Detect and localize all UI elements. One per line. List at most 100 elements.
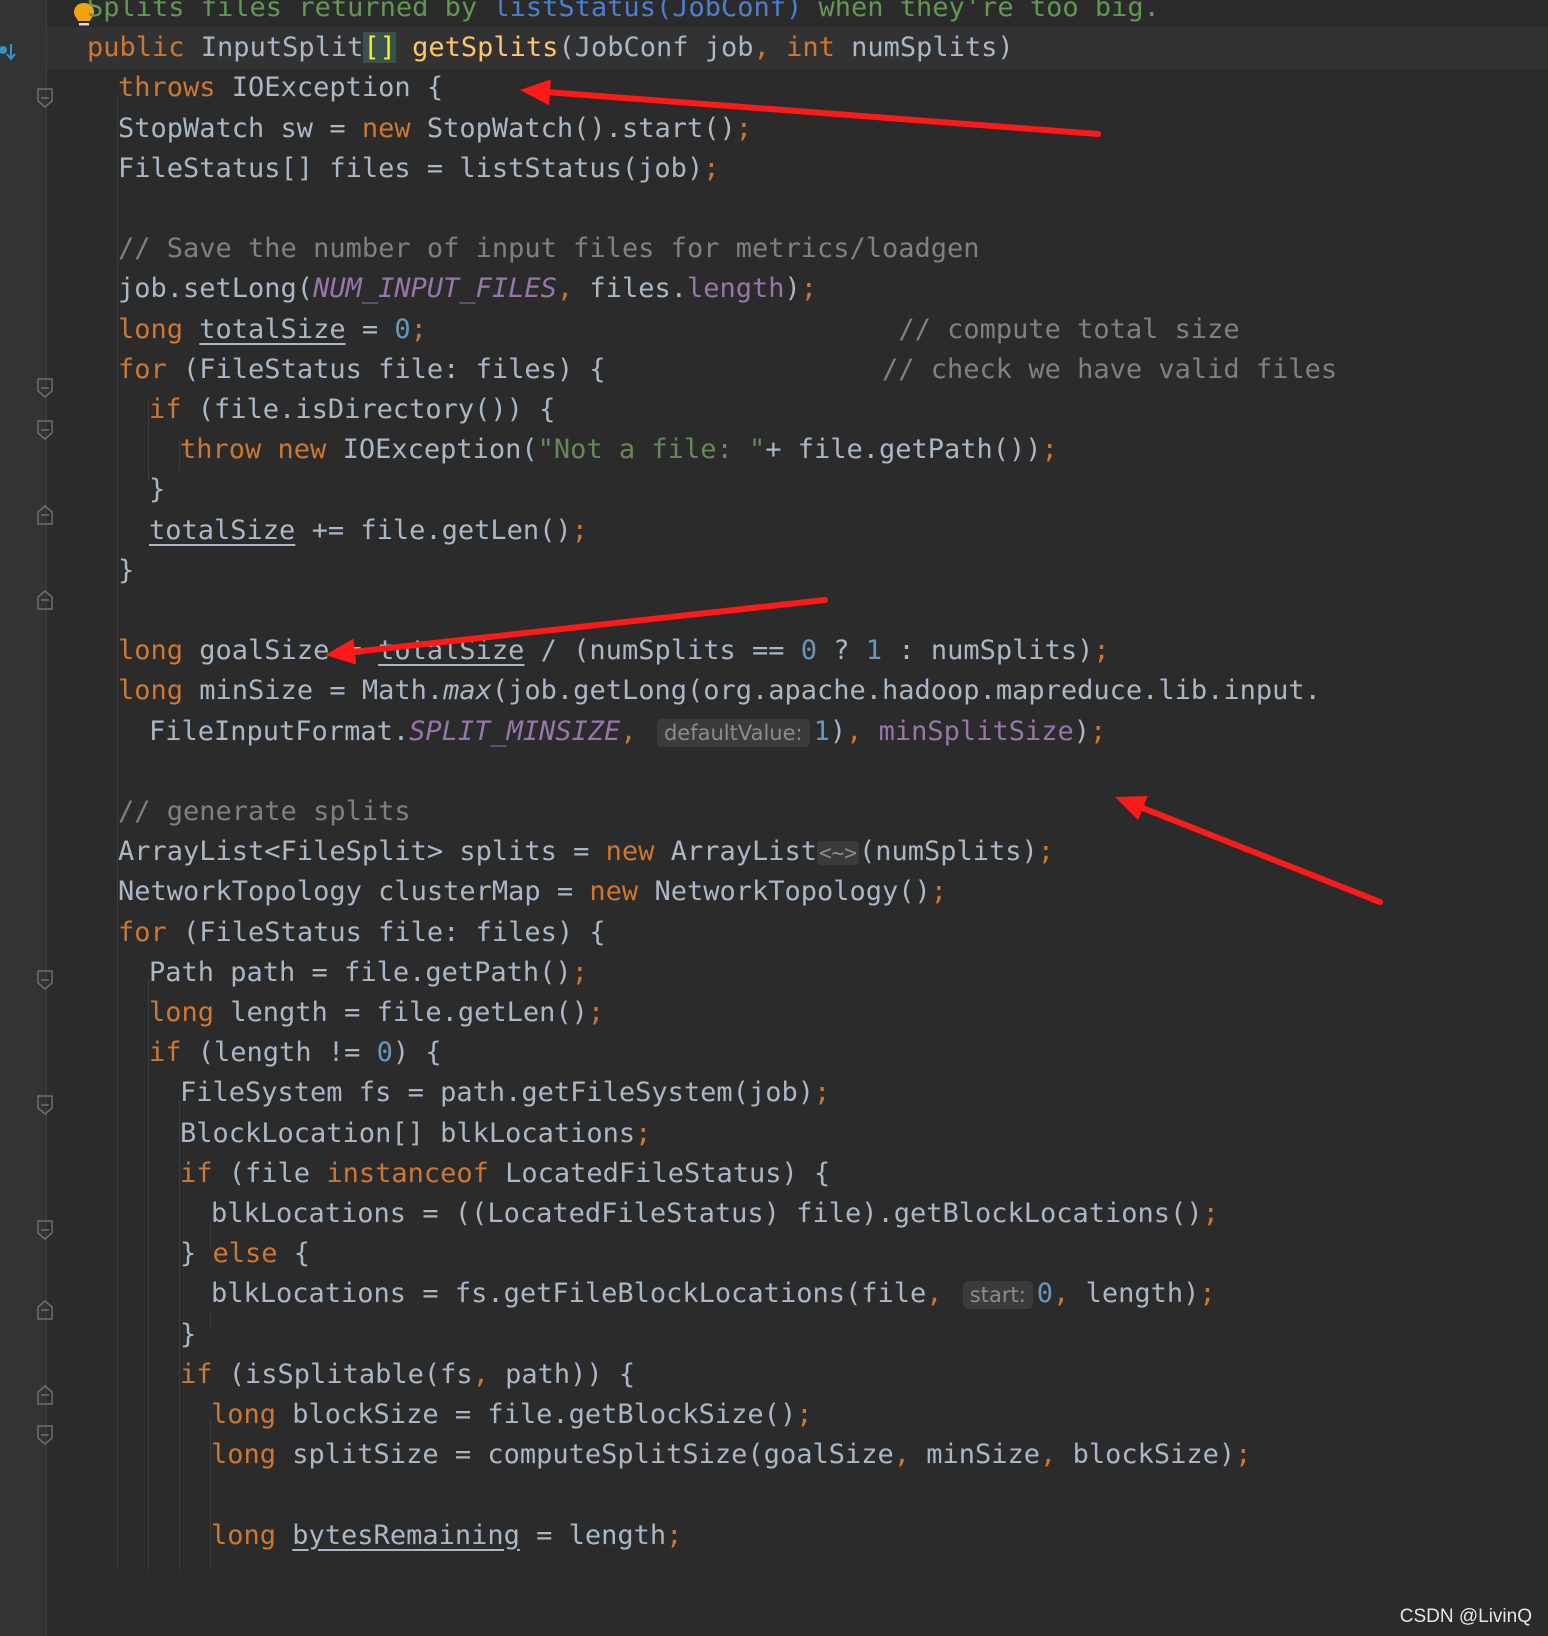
code-token: ArrayList <box>670 836 818 868</box>
code-line[interactable] <box>47 751 87 793</box>
editor-gutter[interactable] <box>0 0 53 1636</box>
code-token: , <box>620 715 637 747</box>
code-line[interactable]: public InputSplit[] getSplits(JobConf jo… <box>47 27 1548 70</box>
code-line[interactable]: // Save the number of input files for me… <box>47 228 980 270</box>
code-line[interactable]: long goalSize = totalSize / (numSplits =… <box>47 630 1110 672</box>
code-token: ; <box>571 514 588 546</box>
code-token: else <box>212 1238 294 1270</box>
code-token: , <box>1053 1278 1070 1310</box>
code-token: ; <box>703 152 720 184</box>
code-line[interactable]: totalSize += file.getLen(); <box>47 510 588 552</box>
code-line[interactable]: throw new IOException("Not a file: "+ fi… <box>47 429 1058 471</box>
code-token: : numSplits) <box>882 635 1094 667</box>
code-token: 0 <box>1036 1278 1054 1310</box>
code-line[interactable]: ArrayList<FileSplit> splits = new ArrayL… <box>47 831 1054 873</box>
code-line[interactable]: long length = file.getLen(); <box>47 992 604 1034</box>
code-line[interactable]: blkLocations = ((LocatedFileStatus) file… <box>47 1193 1219 1235</box>
code-token: long <box>149 997 231 1028</box>
code-line[interactable]: if (file.isDirectory()) { <box>47 389 555 431</box>
code-line[interactable]: job.setLong(NUM_INPUT_FILES, files.lengt… <box>47 268 817 310</box>
code-line[interactable]: long totalSize = 0; // compute total siz… <box>47 309 1240 351</box>
code-token: blockSize = file.getBlockSize() <box>292 1399 797 1430</box>
code-token: ) { <box>392 1037 442 1069</box>
indent-guide <box>179 1100 180 1570</box>
code-line[interactable]: blkLocations = fs.getFileBlockLocations(… <box>47 1273 1216 1315</box>
code-line[interactable]: BlockLocation[] blkLocations; <box>47 1113 651 1155</box>
code-token: blockSize) <box>1056 1439 1236 1471</box>
code-token: 0 <box>800 635 818 667</box>
code-line[interactable]: if (length != 0) { <box>47 1032 442 1074</box>
code-token: ? <box>817 635 866 667</box>
code-line[interactable]: for (FileStatus file: files) { <box>47 912 606 954</box>
code-token: length <box>686 273 785 305</box>
code-token: InputSplit <box>200 32 364 64</box>
code-line[interactable]: Splits files returned by listStatus(JobC… <box>47 0 1160 29</box>
code-token: , <box>472 1358 489 1390</box>
code-line[interactable]: Path path = file.getPath(); <box>47 952 588 994</box>
code-line[interactable]: } <box>47 550 134 592</box>
code-token: listStatus(JobConf) <box>493 0 803 23</box>
code-line[interactable]: NetworkTopology clusterMap = new Network… <box>47 871 947 913</box>
indent-guide <box>148 980 149 1570</box>
code-line[interactable]: if (file instanceof LocatedFileStatus) { <box>47 1153 830 1195</box>
code-token: totalSize <box>199 313 346 345</box>
code-token: BlockLocation[] blkLocations <box>180 1117 636 1149</box>
code-token: { <box>293 1238 311 1270</box>
code-token: / (numSplits == <box>524 635 801 667</box>
code-token: 0 <box>376 1037 393 1069</box>
code-token: public <box>87 32 201 64</box>
code-token: (length != <box>197 1037 377 1069</box>
code-token: ; <box>410 313 427 345</box>
code-token: long <box>211 1519 293 1551</box>
code-line[interactable] <box>47 188 87 230</box>
code-token: for <box>118 353 184 385</box>
code-token: throw new <box>180 434 343 466</box>
code-token: , <box>753 32 770 64</box>
code-token: (file.isDirectory()) { <box>197 394 556 425</box>
code-line[interactable] <box>47 1474 87 1516</box>
code-token: , <box>846 715 863 747</box>
code-token: ; <box>1235 1439 1252 1471</box>
code-token: new <box>361 112 427 144</box>
code-area[interactable]: Splits files returned by listStatus(JobC… <box>47 0 1548 1636</box>
code-line[interactable]: if (isSplitable(fs, path)) { <box>47 1354 635 1396</box>
code-editor[interactable]: Splits files returned by listStatus(JobC… <box>0 0 1548 1636</box>
code-line[interactable]: StopWatch sw = new StopWatch().start(); <box>47 108 752 150</box>
code-token: } <box>118 554 135 586</box>
code-token: Splits files returned by <box>87 0 494 23</box>
code-line[interactable]: long minSize = Math.max(job.getLong(org.… <box>47 670 1321 712</box>
code-token: 0 <box>394 313 411 345</box>
code-token: max <box>443 675 492 707</box>
indent-guide <box>210 1420 211 1570</box>
code-line[interactable]: throws IOException { <box>47 67 443 109</box>
code-token: long <box>211 1399 293 1430</box>
code-token: int <box>786 32 852 64</box>
code-token: ; <box>930 876 948 908</box>
code-line[interactable]: FileInputFormat.SPLIT_MINSIZE, defaultVa… <box>47 711 1106 753</box>
code-line[interactable]: FileSystem fs = path.getFileSystem(job); <box>47 1072 830 1114</box>
code-token: long <box>118 675 200 707</box>
override-method-icon[interactable] <box>0 42 16 64</box>
code-line[interactable]: // generate splits <box>47 791 411 833</box>
code-line[interactable]: long splitSize = computeSplitSize(goalSi… <box>47 1434 1251 1476</box>
code-token: bytesRemaining <box>292 1519 520 1551</box>
code-token: ; <box>813 1077 831 1109</box>
code-token: // check we have valid files <box>882 353 1338 385</box>
code-line[interactable]: FileStatus[] files = listStatus(job); <box>47 148 719 190</box>
code-line[interactable]: long blockSize = file.getBlockSize(); <box>47 1394 812 1436</box>
code-token: getSplits <box>412 32 559 64</box>
code-line[interactable]: long bytesRemaining = length; <box>47 1515 682 1557</box>
code-token: files. <box>573 273 687 305</box>
code-token: ; <box>1202 1198 1219 1229</box>
code-line[interactable]: for (FileStatus file: files) { // check … <box>47 349 1337 391</box>
code-token: } <box>180 1238 213 1270</box>
code-line[interactable]: } <box>47 1314 196 1356</box>
indent-guide <box>148 400 149 480</box>
code-line[interactable] <box>47 590 87 632</box>
code-token: = length <box>519 1519 667 1551</box>
code-token: FileInputFormat. <box>149 715 410 747</box>
code-token: if <box>149 394 198 425</box>
code-token: blkLocations = ((LocatedFileStatus) file… <box>211 1198 1203 1229</box>
